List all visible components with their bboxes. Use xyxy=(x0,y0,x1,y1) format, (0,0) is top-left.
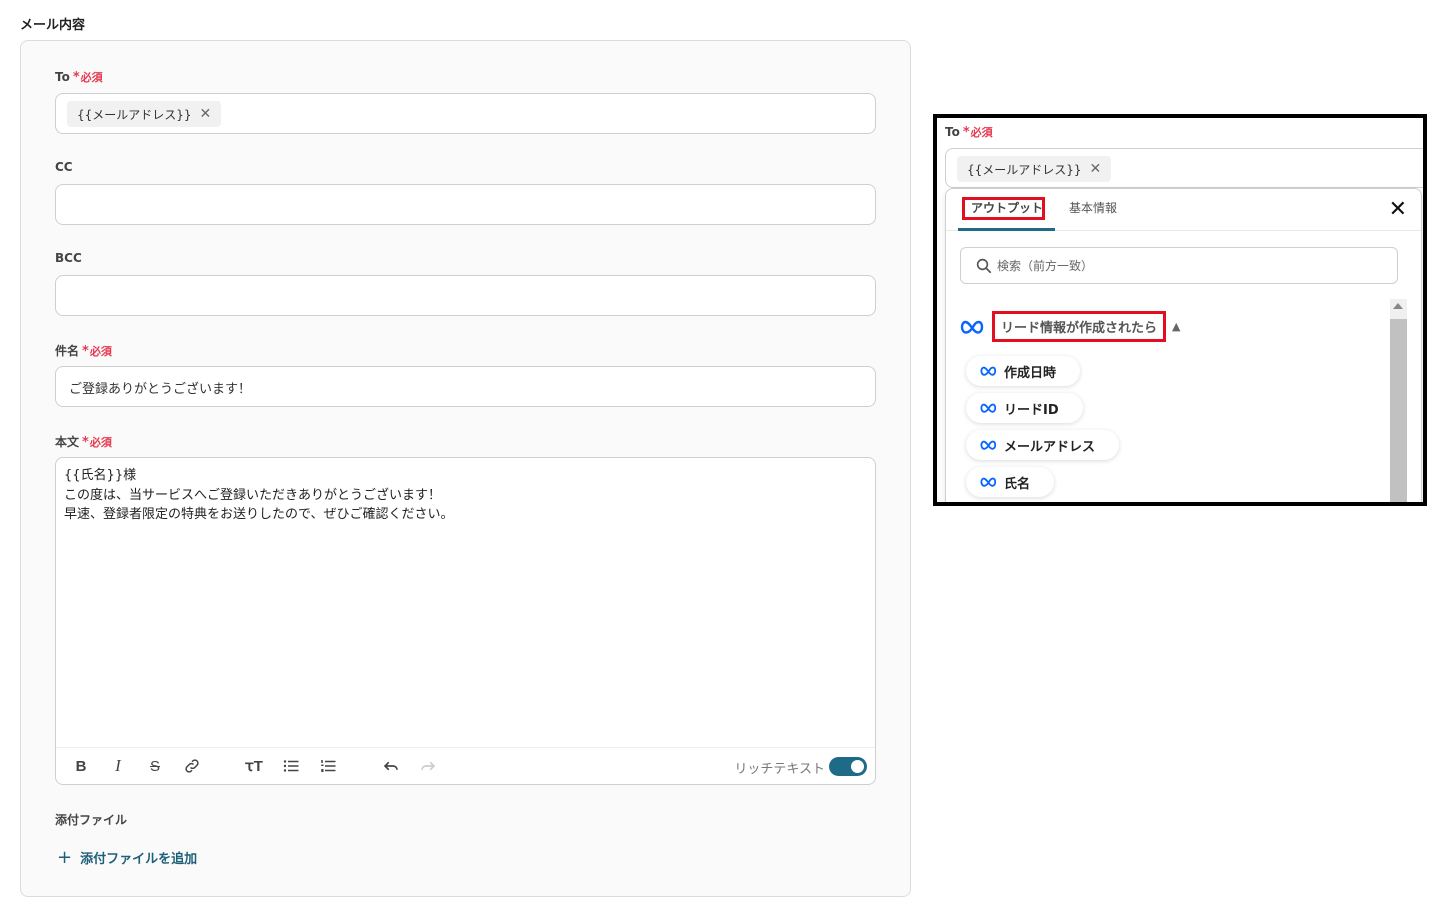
subject-label-text: 件名 xyxy=(55,344,80,358)
tab-output[interactable]: アウトプット xyxy=(971,199,1043,216)
output-item-label: メールアドレス xyxy=(1004,439,1096,455)
plus-icon: + xyxy=(57,847,73,868)
subject-value: ご登録ありがとうございます！ xyxy=(69,382,252,397)
redo-icon[interactable] xyxy=(417,756,439,776)
text-size-icon[interactable]: ꚍT xyxy=(243,756,265,776)
required-text: 必須 xyxy=(80,71,103,84)
picker-tabs: アウトプット 基本情報 ✕ xyxy=(946,189,1421,231)
attachments-label: 添付ファイル xyxy=(55,813,128,827)
to-chip: {{メールアドレス}} ✕ xyxy=(67,101,222,127)
cc-label: CC xyxy=(55,160,73,174)
scroll-thumb[interactable] xyxy=(1390,319,1407,502)
section-title: メール内容 xyxy=(20,18,86,33)
output-item-label: 作成日時 xyxy=(1004,365,1057,381)
body-label: 本文 *必須 xyxy=(55,433,112,450)
cc-field[interactable] xyxy=(55,184,876,225)
output-item-label: 氏名 xyxy=(1004,476,1031,492)
link-icon[interactable] xyxy=(181,756,203,776)
mail-form-card: To *必須 {{メールアドレス}} ✕ CC BCC 件名 *必須 ご登録ありがと… xyxy=(20,40,911,897)
rich-text-toggle[interactable] xyxy=(829,757,867,776)
scroll-up-icon[interactable] xyxy=(1393,303,1403,309)
meta-icon xyxy=(980,366,997,376)
to-label: To *必須 xyxy=(55,69,103,85)
search-box xyxy=(960,247,1398,284)
output-item[interactable]: 作成日時 xyxy=(966,356,1081,386)
chevron-up-icon[interactable]: ▲ xyxy=(1172,320,1180,333)
meta-icon xyxy=(980,477,997,487)
meta-icon xyxy=(960,320,984,334)
undo-icon[interactable] xyxy=(380,756,402,776)
required-text: 必須 xyxy=(89,345,112,358)
inset-to-label-text: To xyxy=(945,125,960,139)
add-attachment-label: 添付ファイルを追加 xyxy=(80,852,198,867)
output-item[interactable]: メールアドレス xyxy=(966,430,1120,460)
search-icon xyxy=(976,258,992,274)
subject-label: 件名 *必須 xyxy=(55,342,112,359)
required-mark: *必須 xyxy=(82,344,112,359)
meta-icon xyxy=(980,403,997,413)
group-header[interactable]: リード情報が作成されたら ▲ xyxy=(960,311,1180,342)
bcc-field[interactable] xyxy=(55,275,876,316)
close-icon[interactable]: ✕ xyxy=(1389,199,1407,221)
popover-scrollbar[interactable] xyxy=(1390,299,1407,502)
editor-toolbar: B I S ꚍT リッチテキスト xyxy=(56,747,875,784)
active-tab-underline xyxy=(958,228,1055,231)
search-input[interactable] xyxy=(997,256,1377,276)
chip-remove-icon[interactable]: ✕ xyxy=(200,106,212,122)
meta-icon xyxy=(980,440,997,450)
body-label-text: 本文 xyxy=(55,435,80,449)
to-chip-text: {{メールアドレス}} xyxy=(77,107,192,122)
output-item-label: リードID xyxy=(1004,402,1059,418)
output-item[interactable]: リードID xyxy=(966,393,1083,423)
italic-icon[interactable]: I xyxy=(107,756,129,776)
toggle-knob xyxy=(851,760,864,773)
zoom-inset: To*必須 {{メールアドレス}} ✕ アウトプット 基本情報 ✕ リード情報が… xyxy=(933,114,1427,506)
required-mark: *必須 xyxy=(962,125,993,140)
add-attachment-button[interactable]: + 添付ファイルを追加 xyxy=(57,847,197,868)
inset-chip-text: {{メールアドレス}} xyxy=(967,162,1082,177)
bullet-list-icon[interactable] xyxy=(280,756,302,776)
to-label-text: To xyxy=(55,70,70,84)
required-mark: *必須 xyxy=(82,435,112,450)
required-text: 必須 xyxy=(970,126,993,139)
group-title: リード情報が作成されたら xyxy=(992,311,1167,342)
to-field[interactable]: {{メールアドレス}} ✕ xyxy=(55,93,876,134)
body-line: この度は、当サービスへご登録いただきありがとうございます！ xyxy=(64,487,442,503)
inset-to-label: To *必須 xyxy=(945,124,993,140)
inset-to-chip: {{メールアドレス}} ✕ xyxy=(957,156,1112,182)
chip-remove-icon[interactable]: ✕ xyxy=(1090,161,1102,177)
strikethrough-icon[interactable]: S xyxy=(144,756,166,776)
bold-icon[interactable]: B xyxy=(70,756,92,776)
body-line: 早速、登録者限定の特典をお送りしたので、ぜひご確認ください。 xyxy=(64,507,454,522)
inset-to-field[interactable]: {{メールアドレス}} ✕ xyxy=(945,148,1423,188)
body-line: {{氏名}}様 xyxy=(64,468,137,483)
required-mark: *必須 xyxy=(72,70,103,85)
numbered-list-icon[interactable] xyxy=(317,756,339,776)
output-item[interactable]: 氏名 xyxy=(966,467,1055,497)
body-textarea[interactable]: {{氏名}}様 この度は、当サービスへご登録いただきありがとうございます！ 早速… xyxy=(56,458,875,748)
variable-picker-popover: アウトプット 基本情報 ✕ リード情報が作成されたら ▲ 作成日時 リードID … xyxy=(945,188,1422,502)
required-text: 必須 xyxy=(89,436,112,449)
body-editor[interactable]: {{氏名}}様 この度は、当サービスへご登録いただきありがとうございます！ 早速… xyxy=(55,457,876,785)
tab-basic-info[interactable]: 基本情報 xyxy=(1069,199,1117,216)
bcc-label: BCC xyxy=(55,251,82,265)
rich-text-label: リッチテキスト xyxy=(734,762,825,777)
subject-field[interactable]: ご登録ありがとうございます！ xyxy=(55,366,876,407)
